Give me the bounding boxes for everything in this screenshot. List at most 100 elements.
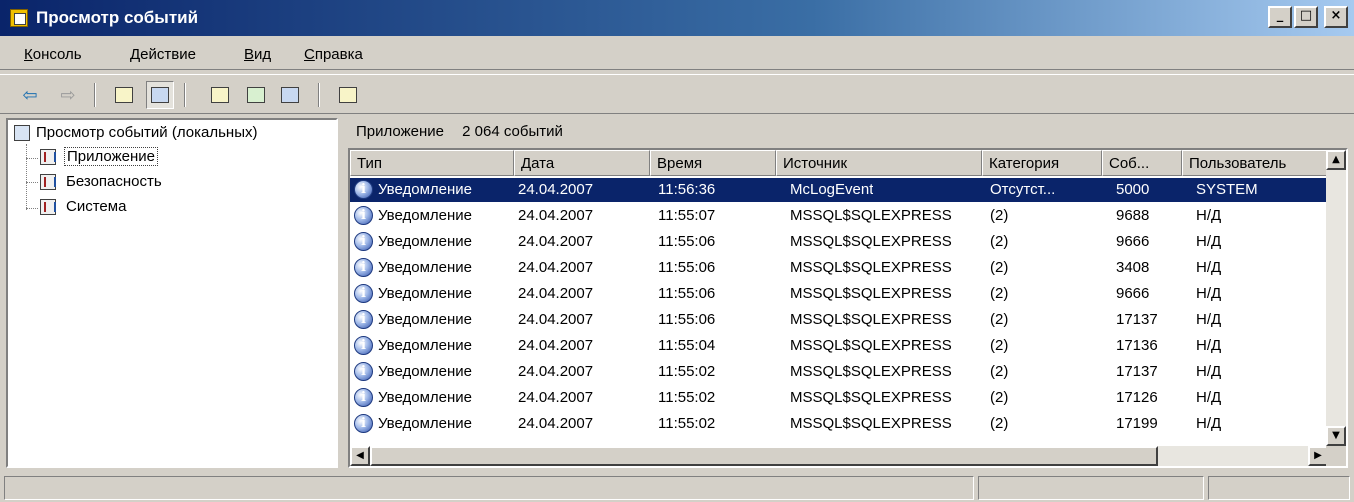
table-cell: (2) bbox=[990, 311, 1009, 328]
minimize-button[interactable]: _ bbox=[1268, 6, 1292, 28]
table-cell: (2) bbox=[990, 337, 1009, 354]
close-icon: × bbox=[1330, 8, 1342, 23]
title-bar[interactable]: Просмотр событий _ □ × bbox=[0, 0, 1354, 36]
status-panel-3 bbox=[1208, 476, 1350, 500]
scroll-right-button[interactable]: ▶ bbox=[1308, 446, 1328, 466]
table-row[interactable]: i Уведомление 24.04.2007 11:55:02 MSSQL$SQLE… bbox=[350, 360, 1328, 384]
table-cell: 17126 bbox=[1116, 389, 1158, 406]
table-row[interactable]: i Уведомление 24.04.2007 11:55:02 MSSQL$SQLE… bbox=[350, 412, 1328, 436]
status-panel-2 bbox=[978, 476, 1204, 500]
table-cell: MSSQL$SQLEXPRESS bbox=[790, 389, 952, 406]
event-count: 2 064 событий bbox=[462, 123, 563, 140]
table-row[interactable]: i Уведомление 24.04.2007 11:56:36 McLogEvent… bbox=[350, 178, 1328, 202]
menu-bar: Консоль Действие Вид Справка bbox=[0, 40, 1354, 70]
table-cell: Уведомление bbox=[378, 389, 473, 406]
show-hide-tree-button[interactable] bbox=[146, 81, 174, 109]
table-cell: MSSQL$SQLEXPRESS bbox=[790, 285, 952, 302]
help-button[interactable] bbox=[334, 81, 362, 109]
tree-item-application[interactable]: Приложение bbox=[40, 147, 158, 166]
tree-connector bbox=[26, 182, 38, 183]
table-cell: 11:55:06 bbox=[658, 311, 716, 328]
table-row[interactable]: i Уведомление 24.04.2007 11:55:04 MSSQL$SQLE… bbox=[350, 334, 1328, 358]
close-button[interactable]: × bbox=[1324, 6, 1348, 28]
table-cell: Уведомление bbox=[378, 415, 473, 432]
table-cell: Уведомление bbox=[378, 337, 473, 354]
table-cell: 11:55:04 bbox=[658, 337, 716, 354]
window-title: Просмотр событий bbox=[36, 8, 199, 27]
event-list[interactable]: Тип Дата Время Источник Категория Соб...… bbox=[348, 148, 1348, 468]
log-icon bbox=[40, 149, 56, 165]
table-cell: 24.04.2007 bbox=[518, 181, 594, 198]
tree-connector bbox=[26, 144, 27, 210]
tree-item-system[interactable]: Система bbox=[40, 198, 126, 215]
table-cell: 24.04.2007 bbox=[518, 415, 594, 432]
table-cell: Н/Д bbox=[1196, 285, 1222, 302]
table-cell: 5000 bbox=[1116, 181, 1150, 198]
column-header-type[interactable]: Тип bbox=[350, 150, 514, 176]
column-header-source[interactable]: Источник bbox=[776, 150, 982, 176]
window-controls: _ □ × bbox=[1268, 6, 1348, 28]
table-cell: 11:56:36 bbox=[658, 181, 716, 198]
toolbar-separator bbox=[94, 83, 96, 107]
tree-item-security[interactable]: Безопасность bbox=[40, 173, 162, 190]
menu-help[interactable]: Справка bbox=[304, 46, 363, 63]
table-cell: MSSQL$SQLEXPRESS bbox=[790, 337, 952, 354]
table-row[interactable]: i Уведомление 24.04.2007 11:55:02 MSSQL$SQLE… bbox=[350, 386, 1328, 410]
table-cell: Н/Д bbox=[1196, 337, 1222, 354]
scroll-down-button[interactable]: ▼ bbox=[1326, 426, 1346, 446]
toolbar-separator bbox=[318, 83, 320, 107]
table-row[interactable]: i Уведомление 24.04.2007 11:55:06 MSSQL$SQLE… bbox=[350, 256, 1328, 280]
column-header-category[interactable]: Категория bbox=[982, 150, 1102, 176]
info-icon: i bbox=[354, 336, 373, 355]
panel-header: Приложение 2 064 событий bbox=[356, 123, 563, 140]
info-icon: i bbox=[354, 206, 373, 225]
table-row[interactable]: i Уведомление 24.04.2007 11:55:06 MSSQL$SQLE… bbox=[350, 308, 1328, 332]
minimize-icon: _ bbox=[1276, 8, 1284, 23]
toolbar-separator bbox=[184, 83, 186, 107]
properties-icon bbox=[211, 87, 229, 103]
status-panel-main bbox=[4, 476, 974, 500]
table-row[interactable]: i Уведомление 24.04.2007 11:55:06 MSSQL$SQLE… bbox=[350, 230, 1328, 254]
table-cell: Уведомление bbox=[378, 259, 473, 276]
menu-view[interactable]: Вид bbox=[244, 46, 271, 63]
event-viewer-app-icon[interactable] bbox=[10, 9, 28, 27]
up-level-button[interactable] bbox=[110, 81, 138, 109]
table-row[interactable]: i Уведомление 24.04.2007 11:55:06 MSSQL$SQLE… bbox=[350, 282, 1328, 306]
scroll-left-button[interactable]: ◀ bbox=[350, 446, 370, 466]
forward-button[interactable]: ⇨ bbox=[54, 81, 82, 109]
tree-item-root[interactable]: Просмотр событий (локальных) bbox=[14, 124, 257, 141]
horizontal-scrollbar[interactable]: ◀ ▶ bbox=[350, 446, 1328, 466]
table-cell: Уведомление bbox=[378, 181, 473, 198]
maximize-button[interactable]: □ bbox=[1294, 6, 1318, 28]
table-cell: 24.04.2007 bbox=[518, 311, 594, 328]
table-cell: Уведомление bbox=[378, 285, 473, 302]
log-icon bbox=[40, 174, 56, 190]
column-header-event[interactable]: Соб... bbox=[1102, 150, 1182, 176]
back-button[interactable]: ⇦ bbox=[16, 81, 44, 109]
table-cell: 17136 bbox=[1116, 337, 1158, 354]
horizontal-scroll-thumb[interactable] bbox=[370, 446, 1158, 466]
info-icon: i bbox=[354, 310, 373, 329]
table-cell: 24.04.2007 bbox=[518, 363, 594, 380]
column-header-time[interactable]: Время bbox=[650, 150, 776, 176]
info-icon: i bbox=[354, 232, 373, 251]
table-cell: Уведомление bbox=[378, 233, 473, 250]
table-cell: MSSQL$SQLEXPRESS bbox=[790, 415, 952, 432]
panel-name: Приложение bbox=[356, 123, 444, 140]
column-header-user[interactable]: Пользователь bbox=[1182, 150, 1328, 176]
menu-action[interactable]: Действие bbox=[130, 46, 196, 63]
table-cell: MSSQL$SQLEXPRESS bbox=[790, 259, 952, 276]
table-row[interactable]: i Уведомление 24.04.2007 11:55:07 MSSQL$SQLE… bbox=[350, 204, 1328, 228]
menu-console[interactable]: Консоль bbox=[24, 46, 82, 63]
scrollbar-corner bbox=[1326, 446, 1346, 466]
table-cell: Н/Д bbox=[1196, 415, 1222, 432]
column-header-date[interactable]: Дата bbox=[514, 150, 650, 176]
vertical-scrollbar[interactable]: ▲ ▼ bbox=[1326, 150, 1346, 446]
properties-button[interactable] bbox=[206, 81, 234, 109]
table-cell: McLogEvent bbox=[790, 181, 874, 198]
console-tree[interactable]: Просмотр событий (локальных) Приложение … bbox=[6, 118, 338, 468]
export-list-button[interactable] bbox=[276, 81, 304, 109]
info-icon: i bbox=[354, 362, 373, 381]
refresh-button[interactable] bbox=[242, 81, 270, 109]
scroll-up-button[interactable]: ▲ bbox=[1326, 150, 1346, 170]
